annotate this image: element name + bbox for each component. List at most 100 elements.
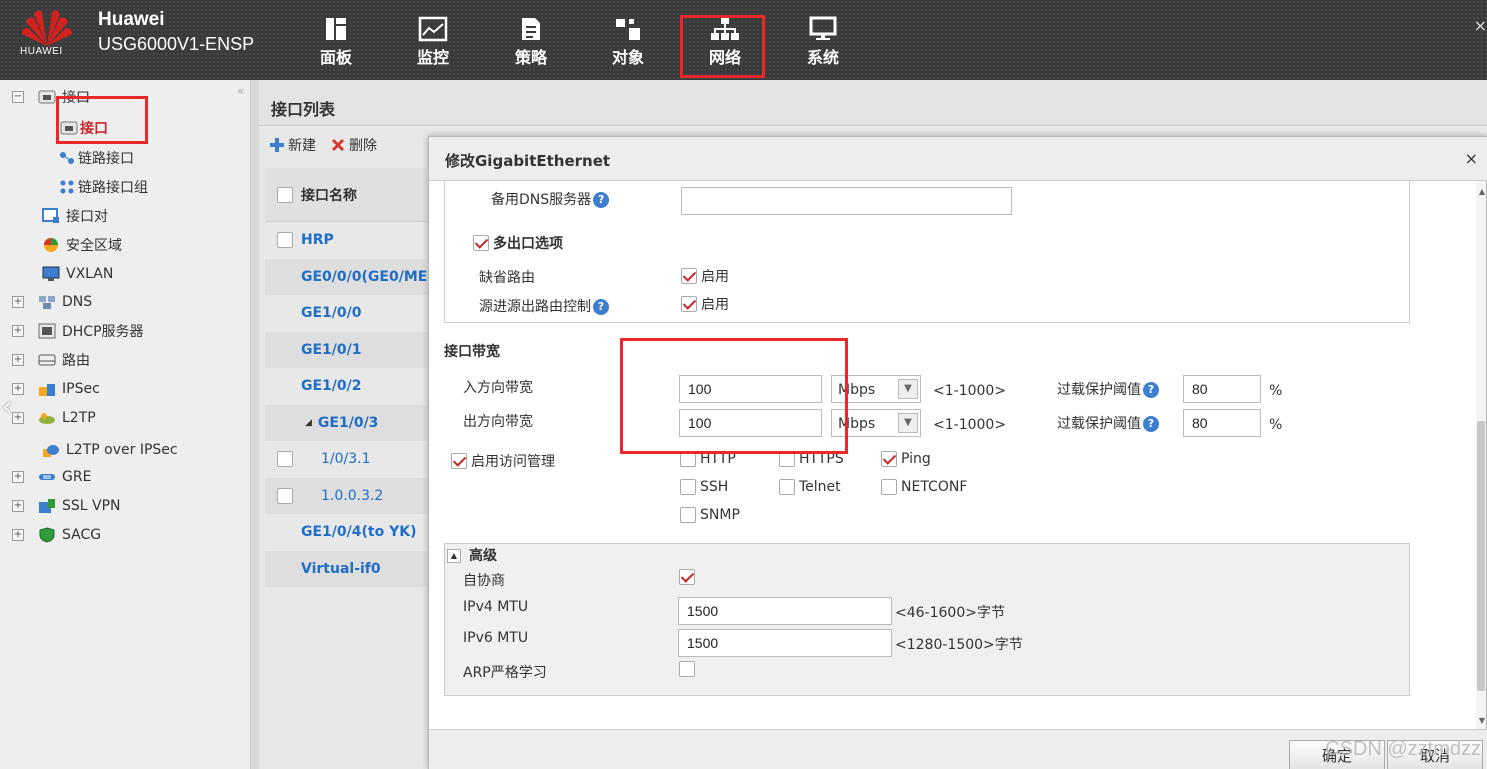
sidebar-item-gre[interactable]: + GRE — [12, 466, 91, 488]
chevron-down-icon[interactable]: ▼ — [898, 379, 918, 399]
checkbox[interactable] — [881, 479, 897, 495]
sidebar-item-ssl-vpn[interactable]: + SSL VPN — [12, 495, 121, 517]
in-bandwidth-input[interactable] — [679, 375, 822, 403]
help-icon[interactable]: ? — [593, 192, 610, 208]
table-row[interactable]: HRP — [265, 222, 427, 259]
help-icon[interactable]: ? — [593, 299, 609, 315]
interface-name-link[interactable]: GE0/0/0(GE0/MET — [301, 269, 427, 285]
table-row[interactable]: GE1/0/0 — [265, 295, 427, 332]
nav-system[interactable]: 系统 — [783, 12, 863, 74]
ipv4-mtu-input[interactable] — [678, 597, 892, 625]
table-row[interactable]: ◢ GE1/0/3 — [265, 404, 427, 441]
sidebar-item-link-interface[interactable]: 链路接口 — [58, 147, 134, 169]
nav-policy[interactable]: 策略 — [491, 12, 571, 74]
row-checkbox[interactable] — [277, 451, 293, 468]
sidebar-splitter[interactable] — [251, 80, 259, 769]
expand-icon[interactable]: + — [12, 383, 24, 395]
expand-icon[interactable]: + — [12, 412, 24, 424]
checkbox-checked[interactable] — [681, 268, 697, 284]
in-bandwidth-unit-select[interactable]: Mbps ▼ — [831, 375, 921, 403]
sidebar-item-interface[interactable]: 接口 — [60, 117, 108, 139]
table-row[interactable]: GE1/0/4(to YK) — [265, 514, 427, 551]
interface-name-link[interactable]: GE1/0/1 — [301, 342, 362, 358]
help-icon[interactable]: ? — [1143, 382, 1159, 398]
out-bandwidth-input[interactable] — [679, 409, 822, 437]
checkbox[interactable] — [779, 451, 795, 467]
backup-dns-input[interactable] — [681, 187, 1012, 215]
ipv6-mtu-input[interactable] — [678, 629, 892, 657]
row-checkbox[interactable] — [277, 487, 293, 504]
expand-icon[interactable]: + — [12, 529, 24, 541]
expand-icon[interactable]: + — [12, 354, 24, 366]
collapse-sidebar-icon[interactable]: « — [237, 84, 244, 98]
sidebar-item-dhcp[interactable]: + DHCP服务器 — [12, 320, 144, 342]
delete-button[interactable]: 删除 — [330, 135, 377, 155]
help-icon[interactable]: ? — [1143, 416, 1159, 432]
table-row[interactable]: GE1/0/1 — [265, 331, 427, 368]
checkbox-checked[interactable] — [681, 296, 697, 312]
sidebar-item-ipsec[interactable]: + IPSec — [12, 378, 100, 400]
top-close-icon[interactable]: × — [1474, 16, 1487, 35]
https-checkbox[interactable]: HTTPS — [779, 451, 844, 467]
advanced-toggle[interactable]: ▲ 高级 — [447, 545, 497, 565]
auto-negotiation-checkbox[interactable] — [679, 569, 695, 585]
scroll-down-icon[interactable]: ▼ — [1479, 716, 1485, 725]
sidebar-item-dns[interactable]: + DNS — [12, 291, 92, 313]
in-overload-input[interactable] — [1183, 375, 1261, 403]
ping-checkbox[interactable]: Ping — [881, 451, 931, 467]
checkbox[interactable] — [779, 479, 795, 495]
sidebar-item-l2tp-over-ipsec[interactable]: L2TP over IPSec — [42, 439, 178, 461]
sidebar-item-interface-group[interactable]: − 接口 — [12, 86, 90, 108]
chevron-left-icon[interactable]: ‹ — [2, 392, 12, 422]
checkbox-checked[interactable] — [451, 453, 467, 469]
select-all-checkbox[interactable] — [277, 186, 293, 203]
interface-name-link[interactable]: 1.0.0.3.2 — [321, 488, 383, 504]
src-route-checkbox[interactable]: 启用 — [681, 294, 729, 314]
table-row[interactable]: 1/0/3.1 — [265, 441, 427, 478]
sidebar-item-interface-pair[interactable]: 接口对 — [42, 205, 108, 227]
nav-object[interactable]: 对象 — [588, 12, 668, 74]
sidebar-item-route[interactable]: + 路由 — [12, 349, 90, 371]
checkbox[interactable] — [680, 451, 696, 467]
netconf-checkbox[interactable]: NETCONF — [881, 479, 967, 495]
table-row[interactable]: Virtual-if0 — [265, 550, 427, 587]
interface-name-link[interactable]: GE1/0/3 — [318, 415, 379, 431]
table-row[interactable]: GE0/0/0(GE0/MET — [265, 258, 427, 295]
scrollbar-thumb[interactable] — [1477, 421, 1485, 691]
arp-strict-checkbox[interactable] — [679, 661, 695, 677]
interface-name-link[interactable]: Virtual-if0 — [301, 561, 381, 577]
interface-name-link[interactable]: GE1/0/2 — [301, 378, 362, 394]
nav-monitor[interactable]: 监控 — [393, 12, 473, 74]
checkbox[interactable] — [680, 507, 696, 523]
checkbox[interactable] — [680, 479, 696, 495]
table-row[interactable]: GE1/0/2 — [265, 368, 427, 405]
new-button[interactable]: 新建 — [269, 135, 316, 155]
dialog-close-icon[interactable]: × — [1465, 149, 1478, 168]
checkbox-checked[interactable] — [473, 235, 489, 251]
collapse-icon[interactable]: − — [12, 91, 24, 103]
sidebar-item-l2tp[interactable]: + L2TP — [12, 407, 96, 429]
ssh-checkbox[interactable]: SSH — [680, 479, 728, 495]
chevron-down-icon[interactable]: ▼ — [898, 413, 918, 433]
expand-icon[interactable]: + — [12, 471, 24, 483]
interface-name-link[interactable]: HRP — [301, 232, 334, 248]
interface-name-link[interactable]: 1/0/3.1 — [321, 451, 371, 467]
expand-icon[interactable]: + — [12, 325, 24, 337]
default-route-checkbox[interactable]: 启用 — [681, 266, 729, 286]
dialog-scrollbar[interactable]: ▲ ▼ — [1476, 181, 1486, 729]
sidebar-item-link-interface-group[interactable]: 链路接口组 — [58, 176, 148, 198]
expand-icon[interactable]: + — [12, 296, 24, 308]
nav-network[interactable]: 网络 — [685, 12, 765, 74]
scroll-up-icon[interactable]: ▲ — [1479, 187, 1485, 196]
collapse-triangle-icon[interactable]: ◢ — [305, 418, 312, 428]
checkbox-checked[interactable] — [881, 451, 897, 467]
interface-name-link[interactable]: GE1/0/0 — [301, 305, 362, 321]
row-checkbox[interactable] — [277, 232, 293, 249]
multi-exit-checkbox[interactable]: 多出口选项 — [473, 233, 563, 253]
interface-name-link[interactable]: GE1/0/4(to YK) — [301, 524, 416, 540]
collapse-up-icon[interactable]: ▲ — [447, 549, 461, 563]
sidebar-item-sacg[interactable]: + SACG — [12, 524, 101, 546]
table-row[interactable]: 1.0.0.3.2 — [265, 477, 427, 514]
nav-dashboard[interactable]: 面板 — [296, 12, 376, 74]
snmp-checkbox[interactable]: SNMP — [680, 507, 740, 523]
